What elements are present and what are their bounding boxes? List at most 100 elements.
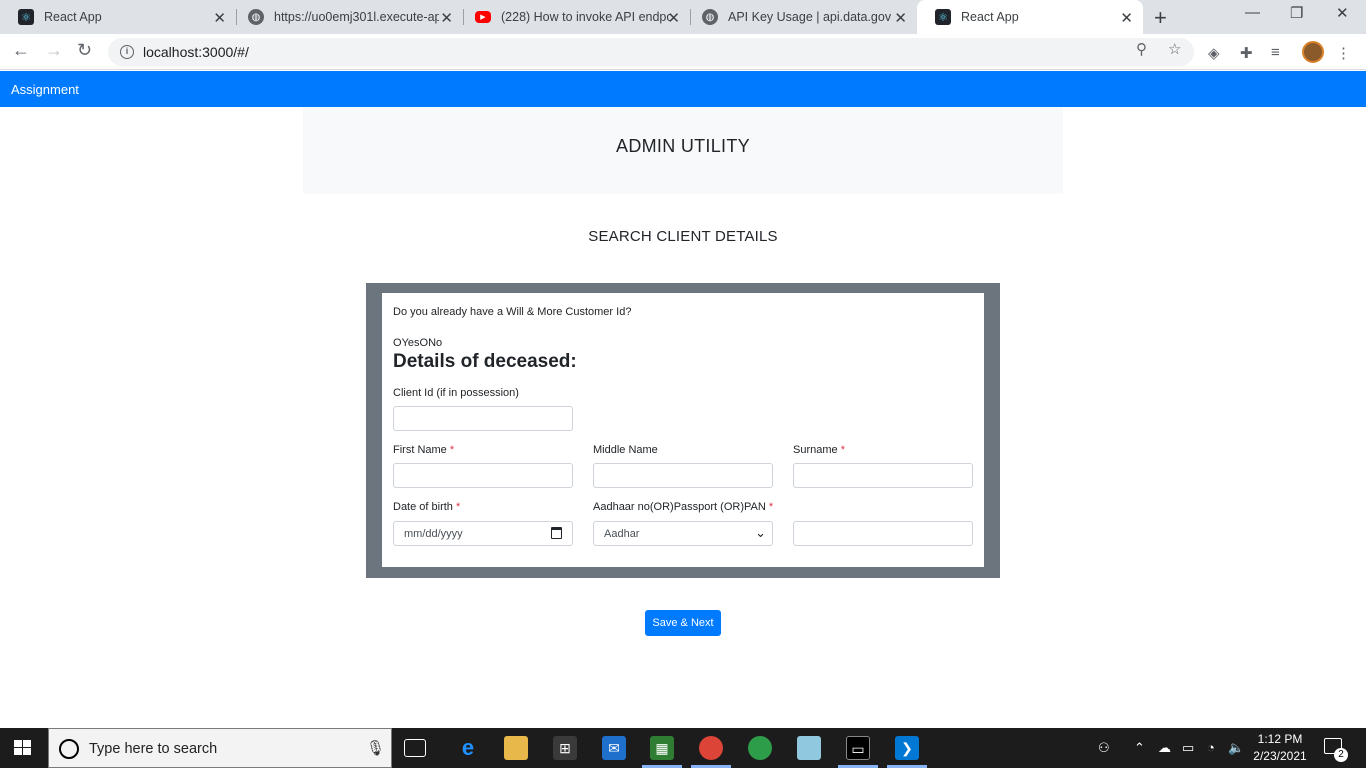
site-info-icon[interactable]: i <box>120 45 134 59</box>
form-card: Do you already have a Will & More Custom… <box>382 293 984 567</box>
customer-id-radio-group: OYesONo <box>393 337 442 349</box>
windows-start-icon[interactable] <box>14 740 32 756</box>
reload-icon[interactable]: ↻ <box>77 40 92 61</box>
zoom-icon[interactable]: ⚲ <box>1136 40 1147 58</box>
save-next-button[interactable]: Save & Next <box>645 610 721 636</box>
network-app-icon[interactable] <box>748 736 772 760</box>
menu-icon[interactable]: ⋮ <box>1336 44 1351 62</box>
browser-toolbar: ← → ↻ i localhost:3000/#/ ⚲ ☆ ◈ ✚ ≡ ⋮ <box>0 34 1366 70</box>
minimize-icon[interactable]: — <box>1245 4 1260 21</box>
tab-title: React App <box>961 10 1019 24</box>
client-id-input[interactable] <box>393 406 573 431</box>
task-view-icon[interactable] <box>404 739 426 757</box>
radio-yes[interactable]: O <box>393 337 402 349</box>
forward-icon[interactable]: → <box>45 40 63 61</box>
file-explorer-icon[interactable] <box>504 736 528 760</box>
id-type-label: Aadhaar no(OR)Passport (OR)PAN * <box>593 501 773 513</box>
restore-icon[interactable]: ❐ <box>1290 4 1303 22</box>
mail-icon[interactable]: ✉ <box>602 736 626 760</box>
browser-tab[interactable]: ◍ API Key Usage | api.data.gov ✕ <box>684 0 917 34</box>
first-name-label-text: First Name <box>393 444 447 456</box>
tab-title: (228) How to invoke API endpo <box>501 10 671 24</box>
form-panel: Do you already have a Will & More Custom… <box>366 283 1000 578</box>
chevron-down-icon: ⌄ <box>755 525 766 540</box>
id-type-label-text: Aadhaar no(OR)Passport (OR)PAN <box>593 501 766 513</box>
address-bar[interactable]: i localhost:3000/#/ <box>108 38 1194 66</box>
globe-icon: ◍ <box>248 9 264 25</box>
battery-icon[interactable]: ▭ <box>1182 740 1194 756</box>
browser-tab[interactable]: ⚛ React App ✕ <box>0 0 236 34</box>
calendar-icon[interactable] <box>551 527 562 539</box>
new-tab-icon[interactable]: + <box>1154 5 1167 31</box>
browser-tab[interactable]: ◍ https://uo0emj301l.execute-ap ✕ <box>230 0 463 34</box>
cortana-icon[interactable] <box>59 739 79 759</box>
customer-id-question: Do you already have a Will & More Custom… <box>393 306 632 318</box>
tab-title: API Key Usage | api.data.gov <box>728 10 892 24</box>
search-placeholder: Type here to search <box>89 741 218 757</box>
close-icon[interactable]: ✕ <box>894 9 907 27</box>
navbar-brand[interactable]: Assignment <box>11 82 79 97</box>
back-icon[interactable]: ← <box>12 40 30 61</box>
close-icon[interactable]: ✕ <box>1120 9 1133 27</box>
close-icon[interactable]: ✕ <box>213 9 226 27</box>
close-icon[interactable]: ✕ <box>667 9 680 27</box>
taskbar-clock[interactable]: 1:12 PM 2/23/2021 <box>1250 731 1310 765</box>
onedrive-icon[interactable]: ☁ <box>1158 740 1171 756</box>
browser-tab-active[interactable]: ⚛ React App ✕ <box>917 0 1143 34</box>
extension-icon[interactable]: ◈ <box>1208 44 1220 62</box>
required-marker: * <box>840 444 845 456</box>
surname-label: Surname * <box>793 444 845 456</box>
id-type-select[interactable]: Aadhar ⌄ <box>593 521 773 546</box>
dob-label: Date of birth * <box>393 501 460 513</box>
terminal-icon[interactable]: ▭ <box>846 736 870 760</box>
dob-placeholder: mm/dd/yyyy <box>404 527 463 540</box>
tab-title: https://uo0emj301l.execute-ap <box>274 10 439 24</box>
id-type-selected-value: Aadhar <box>604 527 640 540</box>
chrome-icon[interactable] <box>699 736 723 760</box>
deceased-details-heading: Details of deceased: <box>393 351 577 372</box>
middle-name-input[interactable] <box>593 463 773 488</box>
spreadsheet-icon[interactable]: ▦ <box>650 736 674 760</box>
microphone-icon[interactable]: 🎙 <box>366 739 385 757</box>
notification-count-badge: 2 <box>1334 748 1348 762</box>
required-marker: * <box>768 501 774 513</box>
first-name-label: First Name * <box>393 444 454 456</box>
close-icon[interactable]: ✕ <box>440 9 453 27</box>
id-number-input[interactable] <box>793 521 973 546</box>
people-icon[interactable]: ⚇ <box>1098 740 1110 756</box>
first-name-input[interactable] <box>393 463 573 488</box>
dob-label-text: Date of birth <box>393 501 453 513</box>
middle-name-label: Middle Name <box>593 444 658 456</box>
page-header: ADMIN UTILITY <box>303 107 1063 194</box>
react-icon: ⚛ <box>935 9 951 25</box>
dob-input[interactable]: mm/dd/yyyy <box>393 521 573 546</box>
store-icon[interactable]: ⊞ <box>553 736 577 760</box>
vscode-icon[interactable]: ❯ <box>895 736 919 760</box>
windows-taskbar: Type here to search 🎙 e ⊞ ✉ ▦ ▭ ❯ ⚇ ⌃ ☁ … <box>0 728 1366 768</box>
radio-no[interactable]: O <box>420 337 429 349</box>
radio-no-label[interactable]: No <box>428 337 442 349</box>
clock-time: 1:12 PM <box>1257 732 1303 746</box>
close-window-icon[interactable]: ✕ <box>1336 4 1349 22</box>
taskbar-search-box[interactable]: Type here to search 🎙 <box>48 728 392 768</box>
notes-icon[interactable] <box>797 736 821 760</box>
url-text: localhost:3000/#/ <box>143 44 249 60</box>
required-marker: * <box>455 501 461 513</box>
wifi-icon[interactable]: ◔ <box>1207 740 1215 755</box>
bookmark-star-icon[interactable]: ☆ <box>1168 40 1181 58</box>
youtube-icon: ▶ <box>475 11 491 23</box>
section-heading: SEARCH CLIENT DETAILS <box>588 228 778 245</box>
radio-yes-label[interactable]: Yes <box>402 337 420 349</box>
globe-icon: ◍ <box>702 9 718 25</box>
chevron-up-icon[interactable]: ⌃ <box>1134 740 1145 756</box>
page-title: ADMIN UTILITY <box>616 136 750 156</box>
puzzle-icon[interactable]: ✚ <box>1240 44 1253 62</box>
volume-icon[interactable]: 🔈 <box>1228 740 1244 756</box>
edge-icon[interactable]: e <box>456 736 480 760</box>
browser-tab[interactable]: ▶ (228) How to invoke API endpo ✕ <box>457 0 690 34</box>
surname-input[interactable] <box>793 463 973 488</box>
react-icon: ⚛ <box>18 9 34 25</box>
client-id-label: Client Id (if in possession) <box>393 387 519 399</box>
profile-avatar[interactable] <box>1302 41 1324 63</box>
media-queue-icon[interactable]: ≡ <box>1271 44 1280 61</box>
